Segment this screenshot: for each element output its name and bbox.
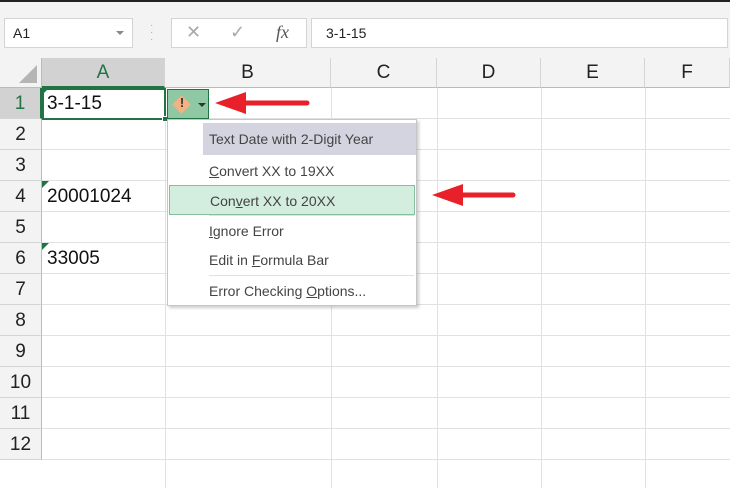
menu-title: Text Date with 2-Digit Year	[203, 123, 416, 155]
menu-item-error-options[interactable]: Error Checking Options...	[168, 276, 416, 306]
chevron-down-icon[interactable]	[116, 31, 124, 39]
error-indicator-icon	[42, 243, 49, 250]
formula-buttons: ✕ ✓ fx	[171, 18, 307, 48]
error-checking-button[interactable]: !	[167, 89, 209, 119]
column-header-c[interactable]: C	[331, 58, 437, 88]
column-header-f[interactable]: F	[645, 58, 730, 88]
menu-item-ignore-error[interactable]: Ignore Error	[168, 216, 416, 246]
gridline	[42, 335, 730, 336]
select-all-button[interactable]	[0, 58, 42, 88]
formula-bar-area: A1 · · · ✕ ✓ fx 3-1-15	[0, 0, 730, 58]
row-header-5[interactable]: 5	[0, 212, 42, 243]
error-indicator-icon	[42, 181, 49, 188]
row-header-8[interactable]: 8	[0, 305, 42, 336]
gridline	[42, 366, 730, 367]
gridline	[42, 428, 730, 429]
menu-item-convert-19xx[interactable]: Convert XX to 19XX	[168, 156, 416, 186]
row-header-3[interactable]: 3	[0, 150, 42, 181]
row-header-9[interactable]: 9	[0, 336, 42, 367]
row-header-2[interactable]: 2	[0, 119, 42, 150]
menu-item-convert-20xx[interactable]: Convert XX to 20XX	[169, 185, 415, 215]
formula-input[interactable]: 3-1-15	[311, 18, 728, 48]
row-header-7[interactable]: 7	[0, 274, 42, 305]
row-header-1[interactable]: 1	[0, 88, 42, 119]
insert-function-icon[interactable]: fx	[276, 22, 289, 43]
error-checking-menu: Text Date with 2-Digit Year Convert XX t…	[167, 119, 417, 306]
column-header-b[interactable]: B	[165, 58, 331, 88]
cell-a4-value: 20001024	[47, 186, 132, 207]
grip-icon[interactable]: · · ·	[150, 21, 153, 45]
column-header-e[interactable]: E	[541, 58, 645, 88]
red-arrow-icon	[432, 184, 516, 206]
row-header-11[interactable]: 11	[0, 398, 42, 429]
row-header-6[interactable]: 6	[0, 243, 42, 274]
row-header-12[interactable]: 12	[0, 429, 42, 460]
gridline	[42, 459, 730, 460]
name-box-value: A1	[13, 25, 31, 41]
gridline	[42, 397, 730, 398]
column-header-d[interactable]: D	[437, 58, 541, 88]
cell-a4[interactable]: 20001024	[42, 181, 165, 212]
name-box[interactable]: A1	[4, 18, 133, 48]
enter-icon[interactable]: ✓	[230, 22, 245, 43]
cell-a6-value: 33005	[47, 248, 100, 269]
red-arrow-icon	[215, 92, 310, 114]
row-header-10[interactable]: 10	[0, 367, 42, 398]
active-cell-border	[42, 88, 168, 122]
row-header-4[interactable]: 4	[0, 181, 42, 212]
cell-a6[interactable]: 33005	[42, 243, 165, 274]
menu-item-edit-formula-bar[interactable]: Edit in Formula Bar	[168, 245, 416, 275]
column-header-a[interactable]: A	[42, 58, 165, 88]
cancel-icon[interactable]: ✕	[186, 22, 201, 43]
chevron-down-icon	[198, 103, 206, 111]
